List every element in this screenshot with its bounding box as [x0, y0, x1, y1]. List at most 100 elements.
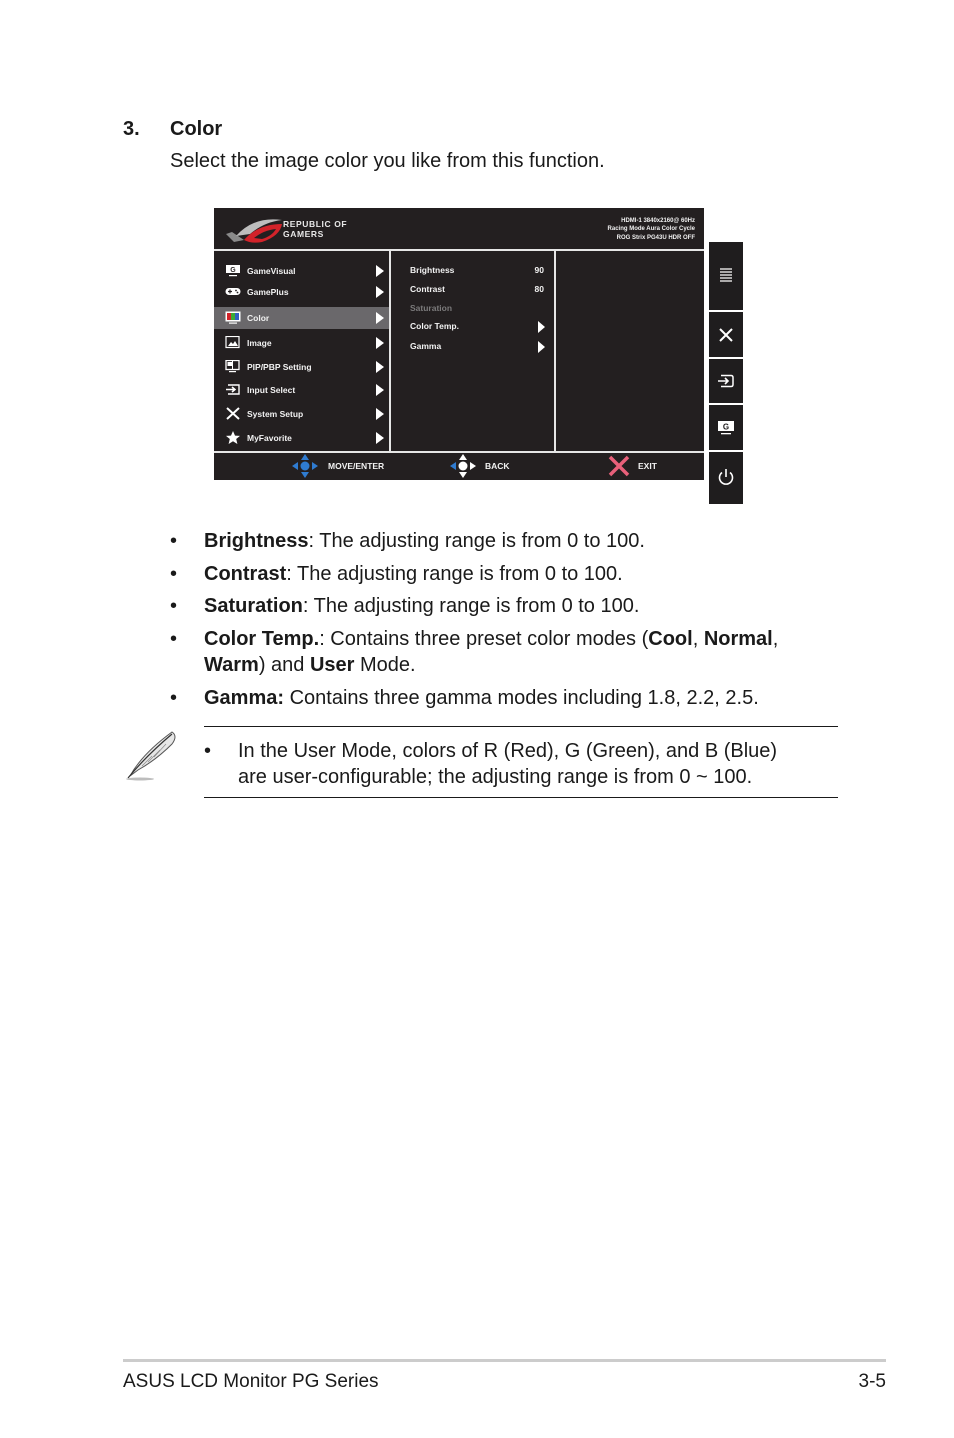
menu-label: PIP/PBP Setting — [247, 362, 312, 372]
column-divider — [389, 251, 391, 452]
menu-item-image[interactable]: Image — [214, 332, 389, 354]
mode-warm: Warm — [204, 654, 259, 676]
bullet-tail: Mode. — [354, 654, 416, 676]
pip-pbp-icon — [225, 360, 240, 373]
footer-title: ASUS LCD Monitor PG Series — [123, 1371, 379, 1392]
submenu-label: Saturation — [410, 303, 453, 313]
submenu-item-color-temp[interactable]: Color Temp. — [410, 321, 550, 337]
brand-text: REPUBLIC OF GAMERS — [283, 219, 347, 239]
bullet-term: Brightness — [204, 530, 309, 552]
menu-button[interactable] — [709, 242, 743, 310]
header-divider — [214, 249, 704, 251]
bullet-dot: • — [170, 595, 178, 617]
hint-label: MOVE/ENTER — [328, 461, 385, 471]
bullet-desc: The adjusting range is from 0 to 100. — [308, 595, 640, 617]
svg-text:G: G — [230, 267, 236, 274]
input-button[interactable] — [709, 359, 743, 403]
bullet-term: Contrast — [204, 563, 287, 585]
submenu-label: Brightness — [410, 265, 455, 275]
chevron-right-icon — [376, 384, 384, 396]
bullet-term: Gamma: — [204, 687, 285, 709]
exit-x-icon — [608, 455, 630, 477]
chevron-right-icon — [376, 361, 384, 373]
bullet-desc: The adjusting range is from 0 to 100. — [314, 530, 645, 552]
chevron-right-icon — [538, 321, 545, 333]
gamevisual-icon: G — [226, 265, 240, 277]
footer-divider — [214, 451, 704, 453]
note-top-rule — [204, 726, 838, 727]
chevron-right-icon — [376, 337, 384, 349]
footer-rule — [123, 1359, 886, 1362]
chevron-right-icon — [376, 408, 384, 420]
page-number: 3-5 — [858, 1371, 886, 1392]
chevron-right-icon — [376, 286, 384, 298]
osd-header: REPUBLIC OF GAMERS HDMI-1 3840x2160@ 60H… — [214, 208, 704, 250]
bullet-dot: • — [170, 687, 178, 709]
mode-normal: Normal — [703, 628, 773, 650]
menu-item-input-select[interactable]: Input Select — [214, 379, 389, 401]
bullet-dot: • — [170, 563, 178, 585]
menu-label: System Setup — [247, 409, 304, 419]
bullet-desc: Contains three preset color modes ( — [324, 628, 649, 650]
column-divider — [554, 251, 556, 452]
section-description: Select the image color you like from thi… — [170, 150, 605, 172]
submenu-item-contrast[interactable]: Contrast 80 — [410, 284, 550, 300]
input-select-icon — [226, 384, 240, 395]
section-number: 3. — [123, 118, 140, 140]
feather-pen-icon — [126, 731, 176, 781]
input-select-icon — [718, 374, 734, 388]
close-button[interactable] — [709, 312, 743, 357]
bullet-dot: • — [170, 530, 178, 552]
submenu-item-saturation: Saturation — [410, 303, 550, 319]
close-icon — [719, 328, 733, 342]
bullet-text: Brightness: The adjusting range is from … — [204, 528, 844, 554]
rog-logo-icon — [226, 219, 282, 243]
menu-label: Image — [247, 338, 272, 348]
bullet-desc: Contains three gamma modes including 1.8… — [284, 687, 759, 709]
hint-exit: EXIT — [607, 454, 667, 478]
menu-item-system-setup[interactable]: System Setup — [214, 403, 389, 425]
status-input: HDMI-1 3840x2160@ 60Hz — [621, 218, 695, 224]
power-button[interactable] — [709, 452, 743, 504]
menu-item-myfavorite[interactable]: MyFavorite — [214, 427, 389, 449]
note-body: In the User Mode, colors of R (Red), G (… — [238, 738, 858, 790]
chevron-right-icon — [376, 265, 384, 277]
bullet-term: Color Temp. — [204, 628, 320, 650]
osd-menu: REPUBLIC OF GAMERS HDMI-1 3840x2160@ 60H… — [214, 208, 704, 480]
submenu-item-gamma[interactable]: Gamma — [410, 341, 550, 357]
status-info: HDMI-1 3840x2160@ 60Hz Racing Mode Aura … — [608, 217, 695, 242]
section-title: Color — [170, 118, 223, 140]
system-setup-icon — [226, 407, 240, 420]
submenu-label: Contrast — [410, 284, 445, 294]
brand-line-2: GAMERS — [283, 228, 324, 239]
menu-label: Color — [247, 313, 270, 323]
submenu-item-brightness[interactable]: Brightness 90 — [410, 265, 550, 281]
hint-label: EXIT — [638, 461, 657, 471]
menu-label: Input Select — [247, 385, 296, 395]
color-icon — [225, 311, 241, 324]
image-icon — [225, 336, 240, 349]
menu-label: MyFavorite — [247, 433, 292, 443]
bullet-text: Color Temp.: Contains three preset color… — [204, 628, 779, 676]
joystick-left-icon — [450, 454, 476, 478]
hint-label: BACK — [485, 461, 510, 471]
bullet-desc: The adjusting range is from 0 to 100. — [291, 563, 623, 585]
note-line-2: are user-configurable; the adjusting ran… — [238, 766, 753, 788]
chevron-right-icon — [376, 432, 384, 444]
note-line-1: In the User Mode, colors of R (Red), G (… — [238, 740, 778, 762]
menu-item-gameplus[interactable]: GamePlus — [214, 281, 389, 303]
status-mode: Racing Mode Aura Color Cycle — [607, 226, 695, 233]
menu-icon — [720, 268, 732, 282]
menu-item-color[interactable]: Color — [214, 307, 389, 329]
mode-cool: Cool — [648, 628, 693, 650]
menu-item-pip-pbp[interactable]: PIP/PBP Setting — [214, 356, 389, 378]
star-icon — [226, 431, 240, 444]
side-button-strip: G — [709, 242, 743, 504]
status-model: ROG Strix PG43U HDR OFF — [616, 234, 695, 241]
gamevisual-button[interactable]: G — [709, 405, 743, 450]
menu-label: GameVisual — [247, 266, 296, 276]
menu-item-gamevisual[interactable]: G GameVisual — [214, 260, 389, 282]
contrast-value: 80 — [534, 284, 544, 294]
bullet-text: Gamma: Contains three gamma modes includ… — [204, 685, 844, 711]
hint-move-enter: MOVE/ENTER — [292, 454, 402, 478]
